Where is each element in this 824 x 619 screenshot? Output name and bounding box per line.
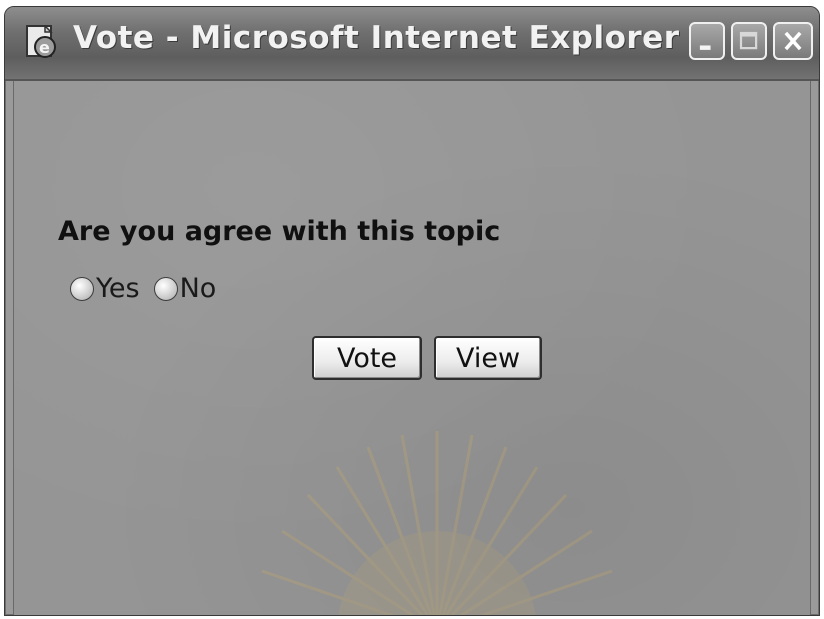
vote-options: Yes No [70, 273, 216, 304]
radio-no-label[interactable]: No [180, 273, 217, 304]
maximize-button[interactable] [731, 22, 767, 60]
window-title: Vote - Microsoft Internet Explorer [73, 20, 680, 56]
radio-no[interactable] [153, 276, 178, 301]
ie-page-icon: e [23, 23, 61, 61]
browser-window: e Vote - Microsoft Internet Explorer Are… [4, 6, 820, 616]
radio-yes-label[interactable]: Yes [96, 273, 140, 304]
radio-yes[interactable] [70, 276, 94, 301]
svg-text:e: e [39, 38, 50, 57]
view-button[interactable]: View [434, 336, 542, 380]
close-icon [784, 31, 802, 51]
minimize-icon [699, 45, 711, 50]
minimize-button[interactable] [689, 22, 725, 60]
page-content: Are you agree with this topic Yes No Vot… [13, 81, 811, 615]
close-button[interactable] [773, 22, 813, 60]
question-text: Are you agree with this topic [58, 216, 501, 247]
vote-button[interactable]: Vote [312, 336, 422, 380]
title-bar[interactable]: e Vote - Microsoft Internet Explorer [5, 7, 819, 81]
maximize-icon [739, 31, 758, 50]
sunburst-watermark [261, 431, 613, 615]
